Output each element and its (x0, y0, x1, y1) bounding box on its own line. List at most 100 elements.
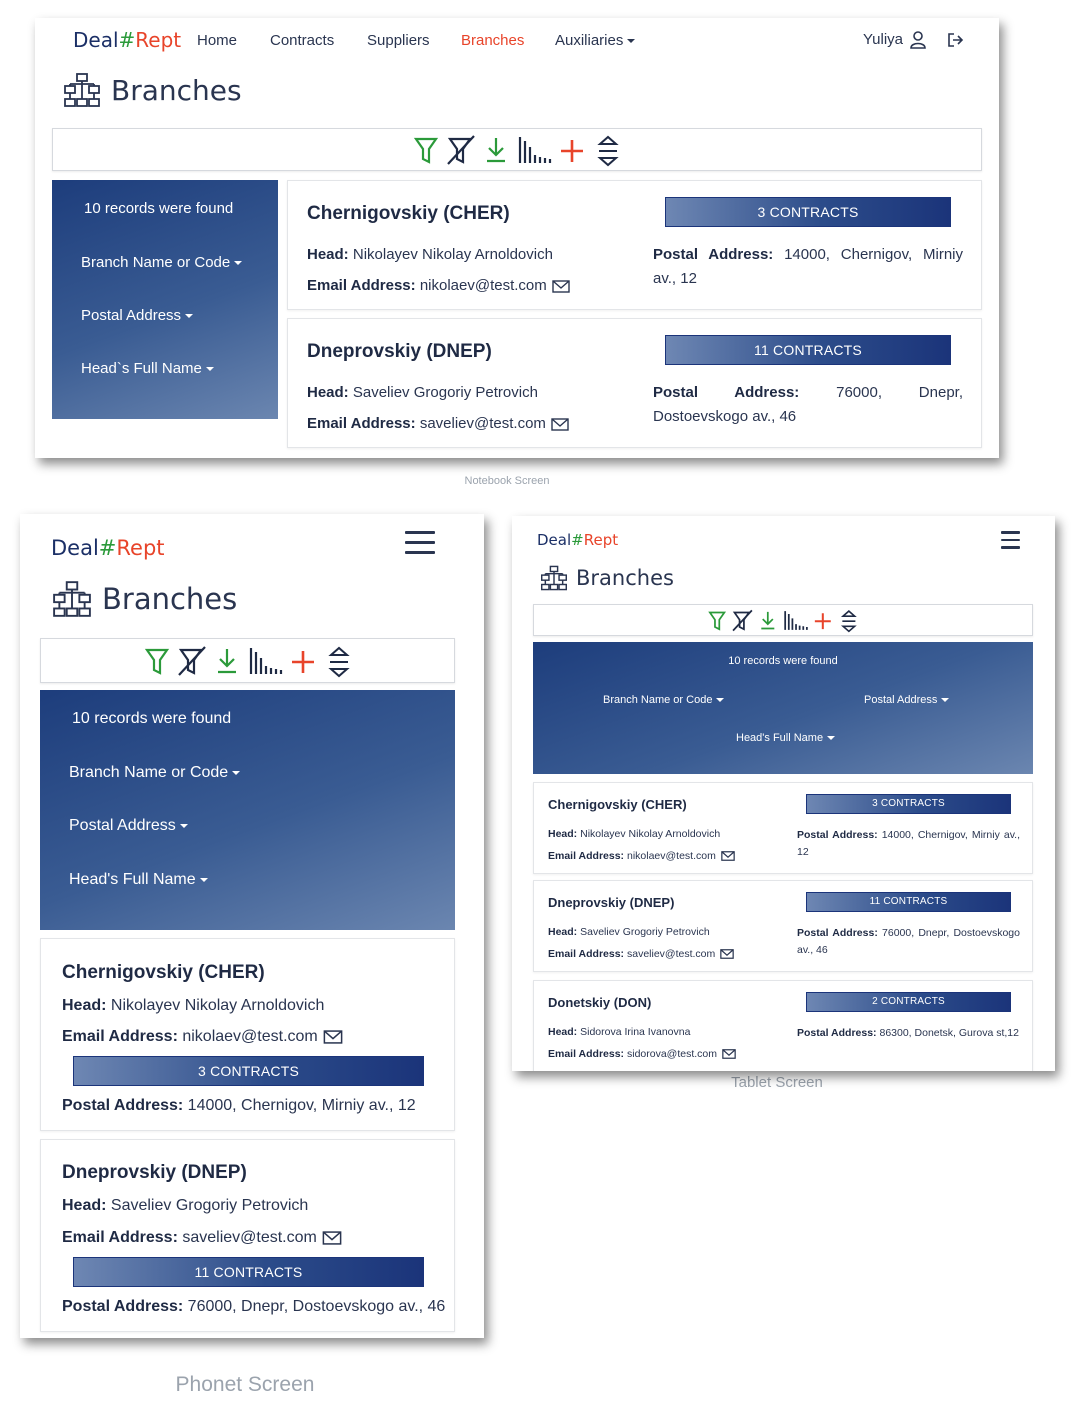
filter-postal-address-label: Postal Address (864, 694, 938, 706)
branch-card[interactable]: Dneprovskiy (DNEP) Head: Saveliev Grogor… (533, 880, 1033, 972)
chart-icon[interactable] (518, 136, 552, 163)
filter-head-name[interactable]: Head's Full Name (69, 871, 208, 889)
chevron-down-icon (205, 367, 214, 372)
email-link[interactable]: saveliev@test.com (420, 415, 546, 432)
contracts-button[interactable]: 11 CONTRACTS (665, 335, 951, 365)
expand-collapse-icon[interactable] (327, 646, 350, 677)
mail-icon[interactable] (551, 417, 569, 431)
filter-postal-address[interactable]: Postal Address (864, 694, 950, 706)
toolbar-icons (708, 609, 857, 632)
branch-title[interactable]: Dneprovskiy (DNEP) (307, 341, 492, 363)
email-link[interactable]: saveliev@test.com (182, 1229, 317, 1246)
filter-icon[interactable] (144, 648, 169, 675)
branch-card[interactable]: Dneprovskiy (DNEP) Head: Saveliev Grogor… (40, 1139, 455, 1332)
filter-branch-name[interactable]: Branch Name or Code (81, 254, 243, 271)
branch-postal: Postal Address: 86300, Donetsk, Gurova s… (797, 1027, 1019, 1039)
nav-contracts[interactable]: Contracts (270, 32, 334, 49)
phone-screen: Deal#Rept Branches 10 records were found (20, 514, 484, 1338)
filter-branch-name[interactable]: Branch Name or Code (69, 764, 241, 782)
branch-email: Email Address: saveliev@test.com (548, 948, 735, 960)
branch-postal: Postal Address: 14000, Chernigov, Mirniy… (62, 1097, 416, 1114)
expand-collapse-icon[interactable] (840, 609, 857, 632)
chevron-down-icon (716, 698, 725, 703)
email-link[interactable]: sidorova@test.com (627, 1048, 717, 1060)
expand-collapse-icon[interactable] (597, 135, 619, 166)
branch-postal: Postal Address: 14000, Chernigov, Mirniy… (653, 246, 963, 287)
caption-phone: Phonet Screen (175, 1373, 315, 1396)
nav-auxiliaries[interactable]: Auxiliaries (555, 32, 636, 49)
filter-icon[interactable] (708, 611, 727, 631)
page-title: Branches (63, 72, 242, 108)
brand-logo[interactable]: Deal#Rept (537, 531, 618, 549)
clear-filter-icon[interactable] (447, 134, 475, 165)
add-icon[interactable] (291, 650, 314, 673)
branch-title[interactable]: Donetskiy (DON) (548, 995, 651, 1010)
chart-icon[interactable] (249, 647, 282, 674)
branch-title[interactable]: Dneprovskiy (DNEP) (548, 895, 674, 910)
chart-icon[interactable] (784, 610, 808, 630)
brand-logo[interactable]: Deal#Rept (51, 536, 165, 560)
branch-card[interactable]: Chernigovskiy (CHER) Head: Nikolayev Nik… (287, 180, 982, 310)
mail-icon[interactable] (322, 1231, 342, 1245)
filter-icon[interactable] (413, 137, 439, 164)
download-icon[interactable] (487, 137, 505, 162)
contracts-button[interactable]: 3 CONTRACTS (806, 794, 1011, 814)
filter-head-name-label: Head`s Full Name (81, 360, 202, 377)
filter-postal-address[interactable]: Postal Address (69, 817, 188, 835)
branch-title[interactable]: Chernigovskiy (CHER) (307, 203, 510, 225)
toolbar-icons (144, 645, 350, 677)
add-icon[interactable] (814, 612, 831, 629)
email-link[interactable]: nikolaev@test.com (627, 850, 716, 862)
contracts-button[interactable]: 2 CONTRACTS (806, 992, 1011, 1012)
add-icon[interactable] (561, 139, 583, 162)
download-icon[interactable] (761, 611, 775, 629)
contracts-button[interactable]: 11 CONTRACTS (806, 892, 1011, 912)
mail-icon[interactable] (721, 851, 735, 862)
mail-icon[interactable] (323, 1030, 343, 1044)
branch-card[interactable]: Dneprovskiy (DNEP) Head: Saveliev Grogor… (287, 318, 982, 448)
branch-card[interactable]: Chernigovskiy (CHER) Head: Nikolayev Nik… (533, 782, 1033, 874)
branch-head: Head: Sidorova Irina Ivanovna (548, 1026, 691, 1038)
branch-card[interactable]: Donetskiy (DON) Head: Sidorova Irina Iva… (533, 980, 1033, 1071)
filter-panel: 10 records were found Branch Name or Cod… (52, 180, 278, 419)
filter-postal-address-label: Postal Address (69, 817, 176, 834)
page-title: Branches (540, 565, 674, 591)
user-name[interactable]: Yuliya (863, 31, 903, 48)
email-link[interactable]: nikolaev@test.com (182, 1028, 317, 1045)
email-link[interactable]: saveliev@test.com (627, 948, 715, 960)
branch-postal: Postal Address: 76000, Dnepr, Dostoevsko… (62, 1298, 446, 1315)
menu-icon[interactable] (1001, 531, 1020, 549)
logout-icon[interactable] (947, 32, 965, 48)
contracts-button[interactable]: 3 CONTRACTS (665, 197, 951, 227)
branch-card[interactable]: Chernigovskiy (CHER) Head: Nikolayev Nik… (40, 938, 455, 1131)
filter-branch-name[interactable]: Branch Name or Code (603, 694, 725, 706)
user-icon[interactable] (910, 31, 926, 49)
branch-postal: Postal Address: 76000, Dnepr, Dostoevsko… (797, 927, 1020, 956)
branch-postal: Postal Address: 76000, Dnepr, Dostoevsko… (653, 384, 963, 425)
menu-icon[interactable] (405, 531, 435, 554)
filter-head-name[interactable]: Head's Full Name (736, 732, 836, 744)
mail-icon[interactable] (552, 279, 570, 293)
tablet-screen: Deal#Rept Branches 10 records were found (512, 516, 1055, 1071)
branch-email: Email Address: nikolaev@test.com (307, 277, 570, 294)
filter-head-name[interactable]: Head`s Full Name (81, 360, 214, 377)
hierarchy-icon (64, 73, 100, 107)
contracts-button[interactable]: 11 CONTRACTS (73, 1257, 424, 1287)
branch-title[interactable]: Chernigovskiy (CHER) (548, 797, 687, 812)
email-link[interactable]: nikolaev@test.com (420, 277, 547, 294)
nav-suppliers[interactable]: Suppliers (367, 32, 430, 49)
clear-filter-icon[interactable] (177, 645, 206, 676)
nav-auxiliaries-label: Auxiliaries (555, 32, 624, 49)
brand-logo[interactable]: Deal#Rept (73, 28, 181, 52)
download-icon[interactable] (217, 648, 236, 673)
nav-branches[interactable]: Branches (461, 32, 524, 49)
branch-title[interactable]: Chernigovskiy (CHER) (62, 962, 265, 984)
contracts-button[interactable]: 3 CONTRACTS (73, 1056, 424, 1086)
mail-icon[interactable] (720, 949, 735, 960)
clear-filter-icon[interactable] (732, 609, 753, 631)
nav-home[interactable]: Home (197, 32, 237, 49)
mail-icon[interactable] (722, 1049, 736, 1060)
filter-postal-address[interactable]: Postal Address (81, 307, 194, 324)
branch-title[interactable]: Dneprovskiy (DNEP) (62, 1162, 247, 1184)
filter-panel: 10 records were found Branch Name or Cod… (533, 642, 1033, 774)
